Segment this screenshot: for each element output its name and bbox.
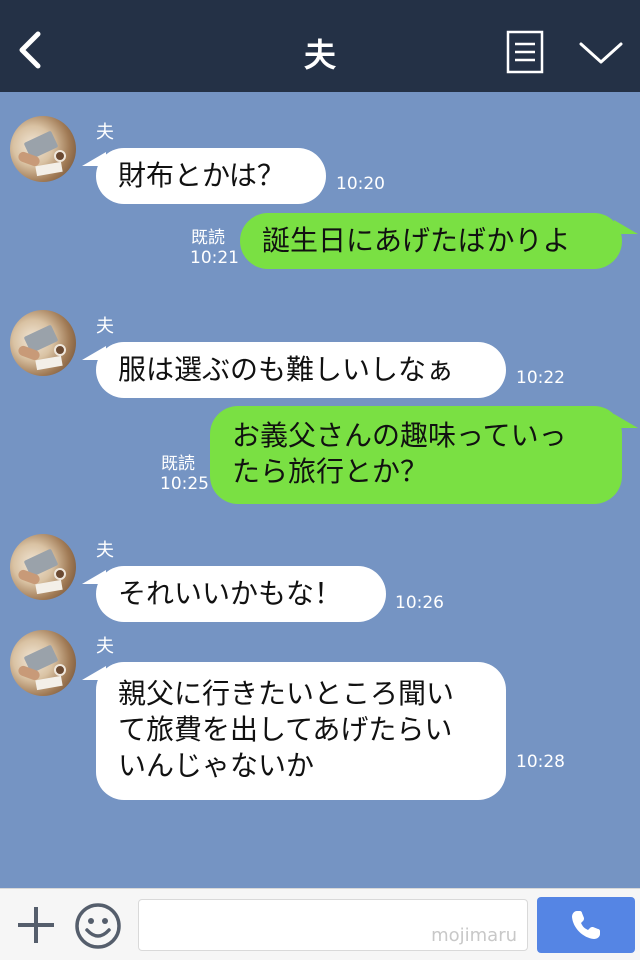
sender-name: 夫 [96, 316, 114, 337]
message-bubble[interactable]: それいいかもな！ [96, 566, 386, 622]
chat-header: 夫 [0, 0, 640, 92]
menu-icon[interactable] [505, 30, 545, 74]
message-bubble[interactable]: 誕生日にあげたばかりよ [240, 213, 622, 269]
collapse-icon[interactable] [578, 38, 624, 68]
sender-name: 夫 [96, 636, 114, 657]
avatar[interactable] [10, 116, 76, 182]
avatar[interactable] [10, 534, 76, 600]
bubble-tail [614, 414, 638, 428]
sender-name: 夫 [96, 540, 114, 561]
message-time: 10:25 [160, 474, 209, 494]
bubble-tail [614, 220, 638, 234]
input-bar: mojimaru [0, 888, 640, 960]
message-time: 10:26 [395, 593, 444, 613]
sender-name: 夫 [96, 122, 114, 143]
watermark: mojimaru [431, 925, 517, 946]
read-receipt: 既読 [191, 228, 225, 248]
message-time: 10:22 [516, 368, 565, 388]
message-time: 10:28 [516, 752, 565, 772]
message-bubble[interactable]: 財布とかは？ [96, 148, 326, 204]
read-receipt: 既読 [161, 454, 195, 474]
plus-icon[interactable] [14, 903, 58, 947]
message-input[interactable]: mojimaru [138, 899, 528, 951]
message-bubble[interactable]: 服は選ぶのも難しいしなぁ [96, 342, 506, 398]
message-bubble[interactable]: 親父に行きたいところ聞い て旅費を出してあげたらい いんじゃないか [96, 662, 506, 800]
message-time: 10:21 [190, 248, 239, 268]
call-button[interactable] [537, 897, 635, 953]
smile-icon[interactable] [74, 902, 122, 950]
avatar[interactable] [10, 310, 76, 376]
phone-icon [572, 911, 600, 939]
message-time: 10:20 [336, 174, 385, 194]
chat-area[interactable]: 夫 財布とかは？ 10:20 既読 10:21 誕生日にあげたばかりよ 夫 服は… [0, 92, 640, 888]
message-bubble[interactable]: お義父さんの趣味っていっ たら旅行とか？ [210, 406, 622, 504]
avatar[interactable] [10, 630, 76, 696]
